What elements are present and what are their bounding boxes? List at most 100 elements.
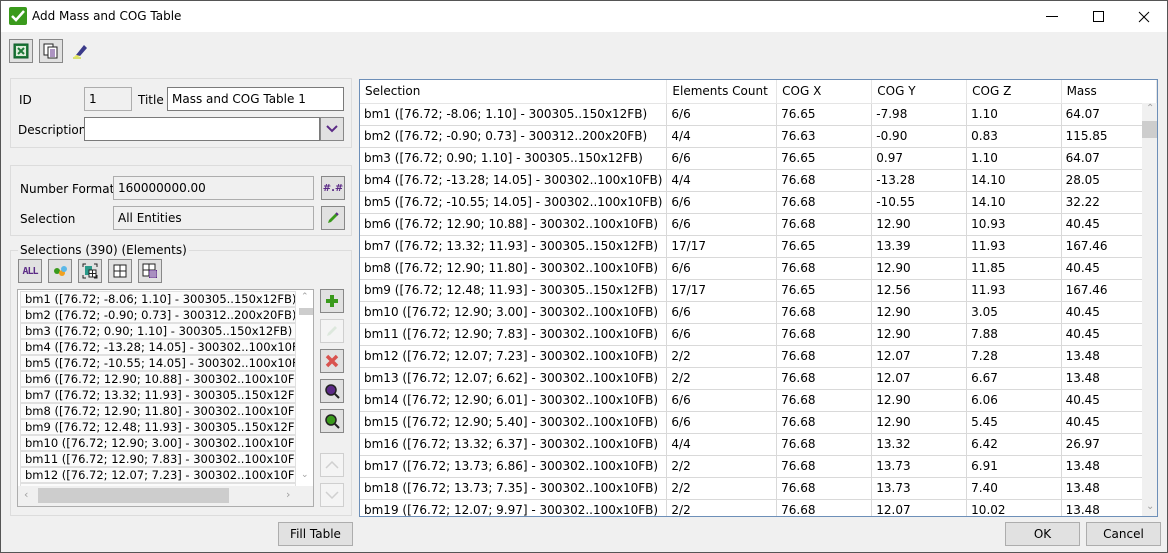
- close-button[interactable]: [1121, 1, 1167, 32]
- cell-cog-y[interactable]: 12.90: [871, 411, 968, 434]
- fill-table-button[interactable]: Fill Table: [278, 522, 353, 546]
- selections-horizontal-scrollbar[interactable]: ‹ ›: [18, 486, 313, 506]
- cell-cog-y[interactable]: 12.90: [871, 213, 968, 236]
- cell-cog-z[interactable]: 7.40: [966, 477, 1062, 500]
- cell-selection[interactable]: bm12 ([76.72; 12.07; 7.23] - 300302..100…: [360, 345, 668, 368]
- cell-cog-y[interactable]: 12.07: [871, 345, 968, 368]
- scroll-left-arrow-icon[interactable]: ‹: [24, 488, 28, 501]
- cell-selection[interactable]: bm8 ([76.72; 12.90; 11.80] - 300302..100…: [360, 257, 668, 280]
- move-down-button[interactable]: [320, 483, 344, 507]
- cell-selection[interactable]: bm2 ([76.72; -0.90; 0.73] - 300312..200x…: [360, 125, 668, 148]
- cell-cog-y[interactable]: 13.39: [871, 235, 968, 258]
- cell-cog-y[interactable]: -0.90: [871, 125, 968, 148]
- table-row[interactable]: bm4 ([76.72; -13.28; 14.05] - 300302..10…: [360, 169, 1157, 192]
- select-all-button[interactable]: ALL: [18, 259, 42, 283]
- cell-cog-z[interactable]: 10.93: [966, 213, 1062, 236]
- cell-elements-count[interactable]: 6/6: [666, 257, 778, 280]
- selections-hscroll-thumb[interactable]: [38, 488, 229, 503]
- table-row[interactable]: bm12 ([76.72; 12.07; 7.23] - 300302..100…: [360, 345, 1157, 368]
- cell-selection[interactable]: bm3 ([76.72; 0.90; 1.10] - 300305..150x1…: [360, 147, 668, 170]
- selection-list-item[interactable]: bm5 ([76.72; -10.55; 14.05] - 300302..10…: [20, 355, 296, 371]
- delete-selection-button[interactable]: [320, 349, 344, 373]
- table-row[interactable]: bm1 ([76.72; -8.06; 1.10] - 300305..150x…: [360, 103, 1157, 126]
- table-row[interactable]: bm7 ([76.72; 13.32; 11.93] - 300305..150…: [360, 235, 1157, 258]
- clear-button[interactable]: [69, 39, 93, 63]
- cell-elements-count[interactable]: 2/2: [666, 477, 778, 500]
- cell-cog-y[interactable]: 12.07: [871, 499, 968, 516]
- cell-cog-y[interactable]: 12.90: [871, 323, 968, 346]
- selection-list-item[interactable]: bm4 ([76.72; -13.28; 14.05] - 300302..10…: [20, 339, 296, 355]
- description-dropdown-button[interactable]: [320, 117, 344, 141]
- cell-cog-x[interactable]: 76.68: [776, 301, 873, 324]
- select-parts-button[interactable]: [48, 259, 72, 283]
- selections-vertical-scrollbar[interactable]: ⌃ ⌄: [298, 290, 313, 486]
- table-row[interactable]: bm17 ([76.72; 13.73; 6.86] - 300302..100…: [360, 455, 1157, 478]
- cell-cog-z[interactable]: 14.10: [966, 169, 1062, 192]
- table-view-button[interactable]: [138, 259, 162, 283]
- table-row[interactable]: bm13 ([76.72; 12.07; 6.62] - 300302..100…: [360, 367, 1157, 390]
- cell-cog-x[interactable]: 76.68: [776, 455, 873, 478]
- cell-cog-y[interactable]: -10.55: [871, 191, 968, 214]
- selection-list-item[interactable]: bm2 ([76.72; -0.90; 0.73] - 300312..200x…: [20, 307, 296, 323]
- table-row[interactable]: bm14 ([76.72; 12.90; 6.01] - 300302..100…: [360, 389, 1157, 412]
- cell-elements-count[interactable]: 6/6: [666, 411, 778, 434]
- cell-cog-y[interactable]: 12.90: [871, 301, 968, 324]
- cell-cog-x[interactable]: 76.68: [776, 499, 873, 516]
- select-window-button[interactable]: [78, 259, 102, 283]
- selection-list-item[interactable]: bm3 ([76.72; 0.90; 1.10] - 300305..150x1…: [20, 323, 296, 339]
- cell-cog-z[interactable]: 6.42: [966, 433, 1062, 456]
- cell-elements-count[interactable]: 4/4: [666, 125, 778, 148]
- ok-button[interactable]: OK: [1005, 522, 1080, 546]
- cell-cog-z[interactable]: 11.85: [966, 257, 1062, 280]
- cell-cog-x[interactable]: 76.68: [776, 477, 873, 500]
- table-row[interactable]: bm19 ([76.72; 12.07; 9.97] - 300302..100…: [360, 499, 1157, 516]
- title-input[interactable]: Mass and COG Table 1: [167, 87, 344, 111]
- table-scroll-thumb[interactable]: [1142, 121, 1157, 138]
- zoom-selection-green-button[interactable]: [320, 409, 344, 433]
- table-row[interactable]: bm8 ([76.72; 12.90; 11.80] - 300302..100…: [360, 257, 1157, 280]
- table-scroll-down-arrow-icon[interactable]: ⌄: [1146, 501, 1154, 512]
- cell-elements-count[interactable]: 2/2: [666, 499, 778, 516]
- cell-cog-z[interactable]: 11.93: [966, 235, 1062, 258]
- cell-selection[interactable]: bm17 ([76.72; 13.73; 6.86] - 300302..100…: [360, 455, 668, 478]
- cell-cog-z[interactable]: 7.28: [966, 345, 1062, 368]
- cell-selection[interactable]: bm13 ([76.72; 12.07; 6.62] - 300302..100…: [360, 367, 668, 390]
- selection-list-item[interactable]: bm1 ([76.72; -8.06; 1.10] - 300305..150x…: [20, 291, 296, 307]
- cell-cog-x[interactable]: 76.68: [776, 389, 873, 412]
- cell-cog-y[interactable]: -13.28: [871, 169, 968, 192]
- cell-cog-y[interactable]: 13.73: [871, 477, 968, 500]
- selections-scroll-thumb[interactable]: [299, 308, 313, 315]
- cell-cog-x[interactable]: 76.65: [776, 279, 873, 302]
- cell-elements-count[interactable]: 2/2: [666, 455, 778, 478]
- cell-cog-x[interactable]: 76.68: [776, 257, 873, 280]
- cell-cog-y[interactable]: 12.56: [871, 279, 968, 302]
- cell-cog-z[interactable]: 0.83: [966, 125, 1062, 148]
- cell-cog-x[interactable]: 76.63: [776, 125, 873, 148]
- cell-elements-count[interactable]: 6/6: [666, 389, 778, 412]
- table-row[interactable]: bm18 ([76.72; 13.73; 7.35] - 300302..100…: [360, 477, 1157, 500]
- scroll-up-arrow-icon[interactable]: ⌃: [301, 292, 309, 302]
- selection-list-item[interactable]: bm12 ([76.72; 12.07; 7.23] - 300302..100…: [20, 467, 296, 483]
- cell-cog-z[interactable]: 6.91: [966, 455, 1062, 478]
- cell-cog-z[interactable]: 14.10: [966, 191, 1062, 214]
- cell-cog-x[interactable]: 76.65: [776, 103, 873, 126]
- grid-view-button[interactable]: [108, 259, 132, 283]
- scroll-right-arrow-icon[interactable]: ›: [286, 488, 290, 501]
- cell-selection[interactable]: bm9 ([76.72; 12.48; 11.93] - 300305..150…: [360, 279, 668, 302]
- cell-cog-z[interactable]: 5.45: [966, 411, 1062, 434]
- table-scroll-up-arrow-icon[interactable]: ⌃: [1146, 103, 1154, 114]
- cell-selection[interactable]: bm15 ([76.72; 12.90; 5.40] - 300302..100…: [360, 411, 668, 434]
- cell-elements-count[interactable]: 6/6: [666, 147, 778, 170]
- cell-selection[interactable]: bm5 ([76.72; -10.55; 14.05] - 300302..10…: [360, 191, 668, 214]
- cell-cog-y[interactable]: 13.32: [871, 433, 968, 456]
- cell-elements-count[interactable]: 4/4: [666, 169, 778, 192]
- cell-elements-count[interactable]: 6/6: [666, 301, 778, 324]
- add-selection-button[interactable]: [320, 289, 344, 313]
- cell-cog-x[interactable]: 76.68: [776, 191, 873, 214]
- table-row[interactable]: bm6 ([76.72; 12.90; 10.88] - 300302..100…: [360, 213, 1157, 236]
- selection-list-item[interactable]: bm9 ([76.72; 12.48; 11.93] - 300305..150…: [20, 419, 296, 435]
- cell-cog-z[interactable]: 1.10: [966, 147, 1062, 170]
- column-header-elements-count[interactable]: Elements Count: [666, 80, 778, 104]
- cell-cog-z[interactable]: 6.06: [966, 389, 1062, 412]
- cell-selection[interactable]: bm10 ([76.72; 12.90; 3.00] - 300302..100…: [360, 301, 668, 324]
